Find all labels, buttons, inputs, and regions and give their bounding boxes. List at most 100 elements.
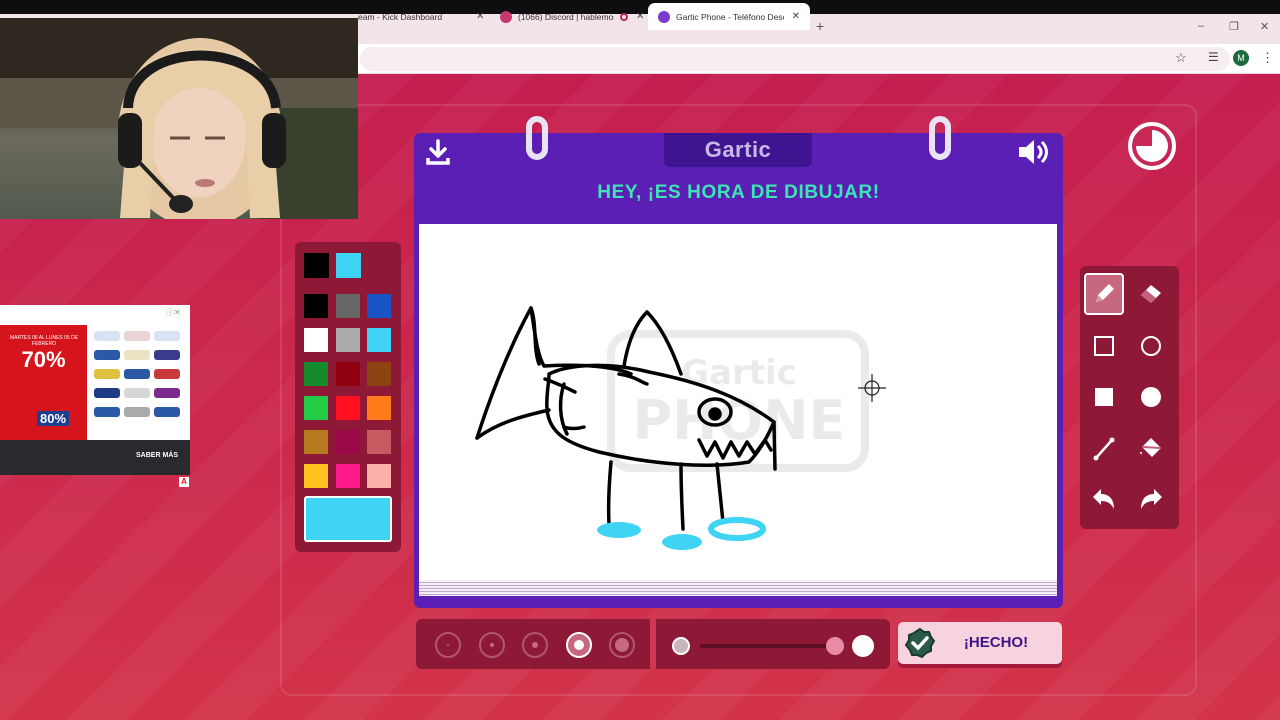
ad-brand-logos — [92, 329, 186, 439]
gartic-logo: Gartic — [704, 137, 772, 162]
circle-outline-icon — [1141, 336, 1161, 356]
color-swatch[interactable] — [336, 362, 360, 386]
color-swatch[interactable] — [367, 362, 391, 386]
svg-text:PHONE: PHONE — [633, 389, 846, 452]
brush-size-option[interactable] — [566, 632, 592, 658]
ad-discount-small: 80% — [37, 411, 70, 426]
color-swatch[interactable] — [367, 294, 391, 318]
binder-ring-left — [526, 116, 548, 160]
color-swatch[interactable] — [304, 294, 328, 318]
svg-text:Gartic: Gartic — [681, 353, 797, 393]
square-filled-icon — [1095, 388, 1113, 406]
tab-close-icon[interactable]: ✕ — [792, 11, 800, 22]
ad-badge: A — [179, 477, 189, 487]
color-swatch[interactable] — [367, 396, 391, 420]
ellipse-outline-tool[interactable] — [1131, 325, 1171, 367]
color-swatch[interactable] — [304, 396, 328, 420]
profile-avatar[interactable]: M — [1233, 50, 1249, 66]
brush-size-option[interactable] — [609, 632, 635, 658]
restore-icon[interactable]: ❐ — [1229, 20, 1239, 33]
ad-promo-panel: MARTES 06 AL LUNES 05 DE FEBRERO 70% 80% — [0, 325, 87, 443]
webcam-person-image — [0, 18, 358, 219]
color-swatch[interactable] — [367, 464, 391, 488]
tab-close-icon[interactable]: ✕ — [476, 11, 484, 22]
ad-banner[interactable]: ⓘ✕ MARTES 06 AL LUNES 05 DE FEBRERO 70% … — [0, 305, 190, 475]
eraser-icon — [1141, 285, 1161, 303]
binder-ring-right — [929, 116, 951, 160]
check-icon — [904, 627, 936, 659]
line-tool[interactable] — [1084, 428, 1124, 470]
menu-kebab-icon[interactable]: ⋮ — [1261, 50, 1274, 66]
draw-prompt: HEY, ¡ES HORA DE DIBUJAR! — [597, 182, 880, 203]
drawing-canvas[interactable]: Gartic PHONE — [419, 224, 1057, 580]
ad-choices-icon[interactable]: ⓘ✕ — [166, 307, 181, 318]
opacity-max-dot — [852, 635, 874, 657]
pencil-icon — [1096, 284, 1114, 302]
tab-close-icon[interactable]: ✕ — [636, 11, 644, 22]
brush-size-dot — [574, 640, 584, 650]
canvas-drawing: Gartic PHONE — [475, 306, 886, 550]
close-window-icon[interactable]: ✕ — [1260, 20, 1269, 33]
color-swatch[interactable] — [336, 294, 360, 318]
opacity-min-dot — [672, 637, 690, 655]
tab-gartic-phone[interactable]: Gartic Phone - Teléfono Descor ✕ — [648, 3, 810, 30]
discord-favicon-icon — [500, 10, 512, 23]
opacity-slider-track[interactable] — [700, 644, 840, 648]
done-button-label: ¡HECHO! — [963, 634, 1029, 651]
recent-color-swatch[interactable] — [304, 253, 329, 278]
color-swatch[interactable] — [336, 430, 360, 454]
bucket-tool[interactable] — [1131, 428, 1171, 470]
color-swatch[interactable] — [336, 328, 360, 352]
rectangle-fill-tool[interactable] — [1084, 376, 1124, 418]
paint-bucket-icon — [1140, 438, 1162, 457]
minimize-icon[interactable]: – — [1198, 20, 1204, 32]
bookmark-star-icon[interactable]: ☆ — [1175, 50, 1187, 66]
brush-size-dot — [447, 644, 449, 646]
ellipse-fill-tool[interactable] — [1131, 376, 1171, 418]
color-swatch[interactable] — [367, 328, 391, 352]
brush-size-option[interactable] — [435, 632, 461, 658]
eraser-tool[interactable] — [1131, 273, 1171, 315]
notebook-page-edges — [419, 580, 1057, 596]
ad-headline: MARTES 06 AL LUNES 05 DE FEBRERO — [9, 335, 79, 347]
undo-tool[interactable] — [1084, 479, 1124, 521]
color-swatch[interactable] — [304, 430, 328, 454]
ad-discount-big: 70% — [21, 347, 66, 372]
webcam-overlay — [0, 18, 358, 219]
reading-list-icon[interactable]: ☰ — [1208, 50, 1219, 64]
color-swatch[interactable] — [367, 430, 391, 454]
color-swatch[interactable] — [336, 464, 360, 488]
color-swatch[interactable] — [304, 362, 328, 386]
timer-icon — [1128, 122, 1176, 170]
recent-color-swatch[interactable] — [336, 253, 361, 278]
brush-size-option[interactable] — [479, 632, 505, 658]
brush-size-dot — [532, 642, 538, 648]
redo-icon — [1141, 489, 1162, 509]
download-icon[interactable] — [424, 138, 452, 166]
ad-cta-button[interactable]: SABER MÁS — [136, 452, 178, 459]
circle-filled-icon — [1141, 387, 1161, 407]
tab-discord[interactable]: (1066) Discord | hablemos d ✕ — [490, 3, 654, 30]
tab-label: (1066) Discord | hablemos d — [518, 11, 614, 22]
tab-kick-dashboard[interactable]: eam - Kick Dashboard ✕ — [348, 3, 494, 30]
color-swatch[interactable] — [304, 328, 328, 352]
tab-label: Gartic Phone - Teléfono Descor — [676, 11, 784, 22]
square-outline-icon — [1094, 336, 1114, 356]
color-swatch[interactable] — [304, 464, 328, 488]
omnibox[interactable] — [360, 47, 1230, 71]
recording-indicator-icon — [620, 12, 628, 21]
brush-size-dot — [490, 643, 494, 647]
redo-tool[interactable] — [1131, 479, 1171, 521]
opacity-slider-handle[interactable] — [826, 637, 844, 655]
color-swatch[interactable] — [336, 396, 360, 420]
rectangle-outline-tool[interactable] — [1084, 325, 1124, 367]
new-tab-plus-icon[interactable]: + — [816, 18, 824, 34]
tab-label: eam - Kick Dashboard — [358, 11, 443, 22]
sound-icon[interactable] — [1017, 138, 1053, 166]
brush-size-option[interactable] — [522, 632, 548, 658]
gartic-favicon-icon — [658, 10, 670, 23]
brush-size-dot — [615, 638, 629, 652]
line-icon — [1093, 437, 1115, 461]
pencil-tool[interactable] — [1084, 273, 1124, 315]
undo-icon — [1093, 489, 1114, 509]
